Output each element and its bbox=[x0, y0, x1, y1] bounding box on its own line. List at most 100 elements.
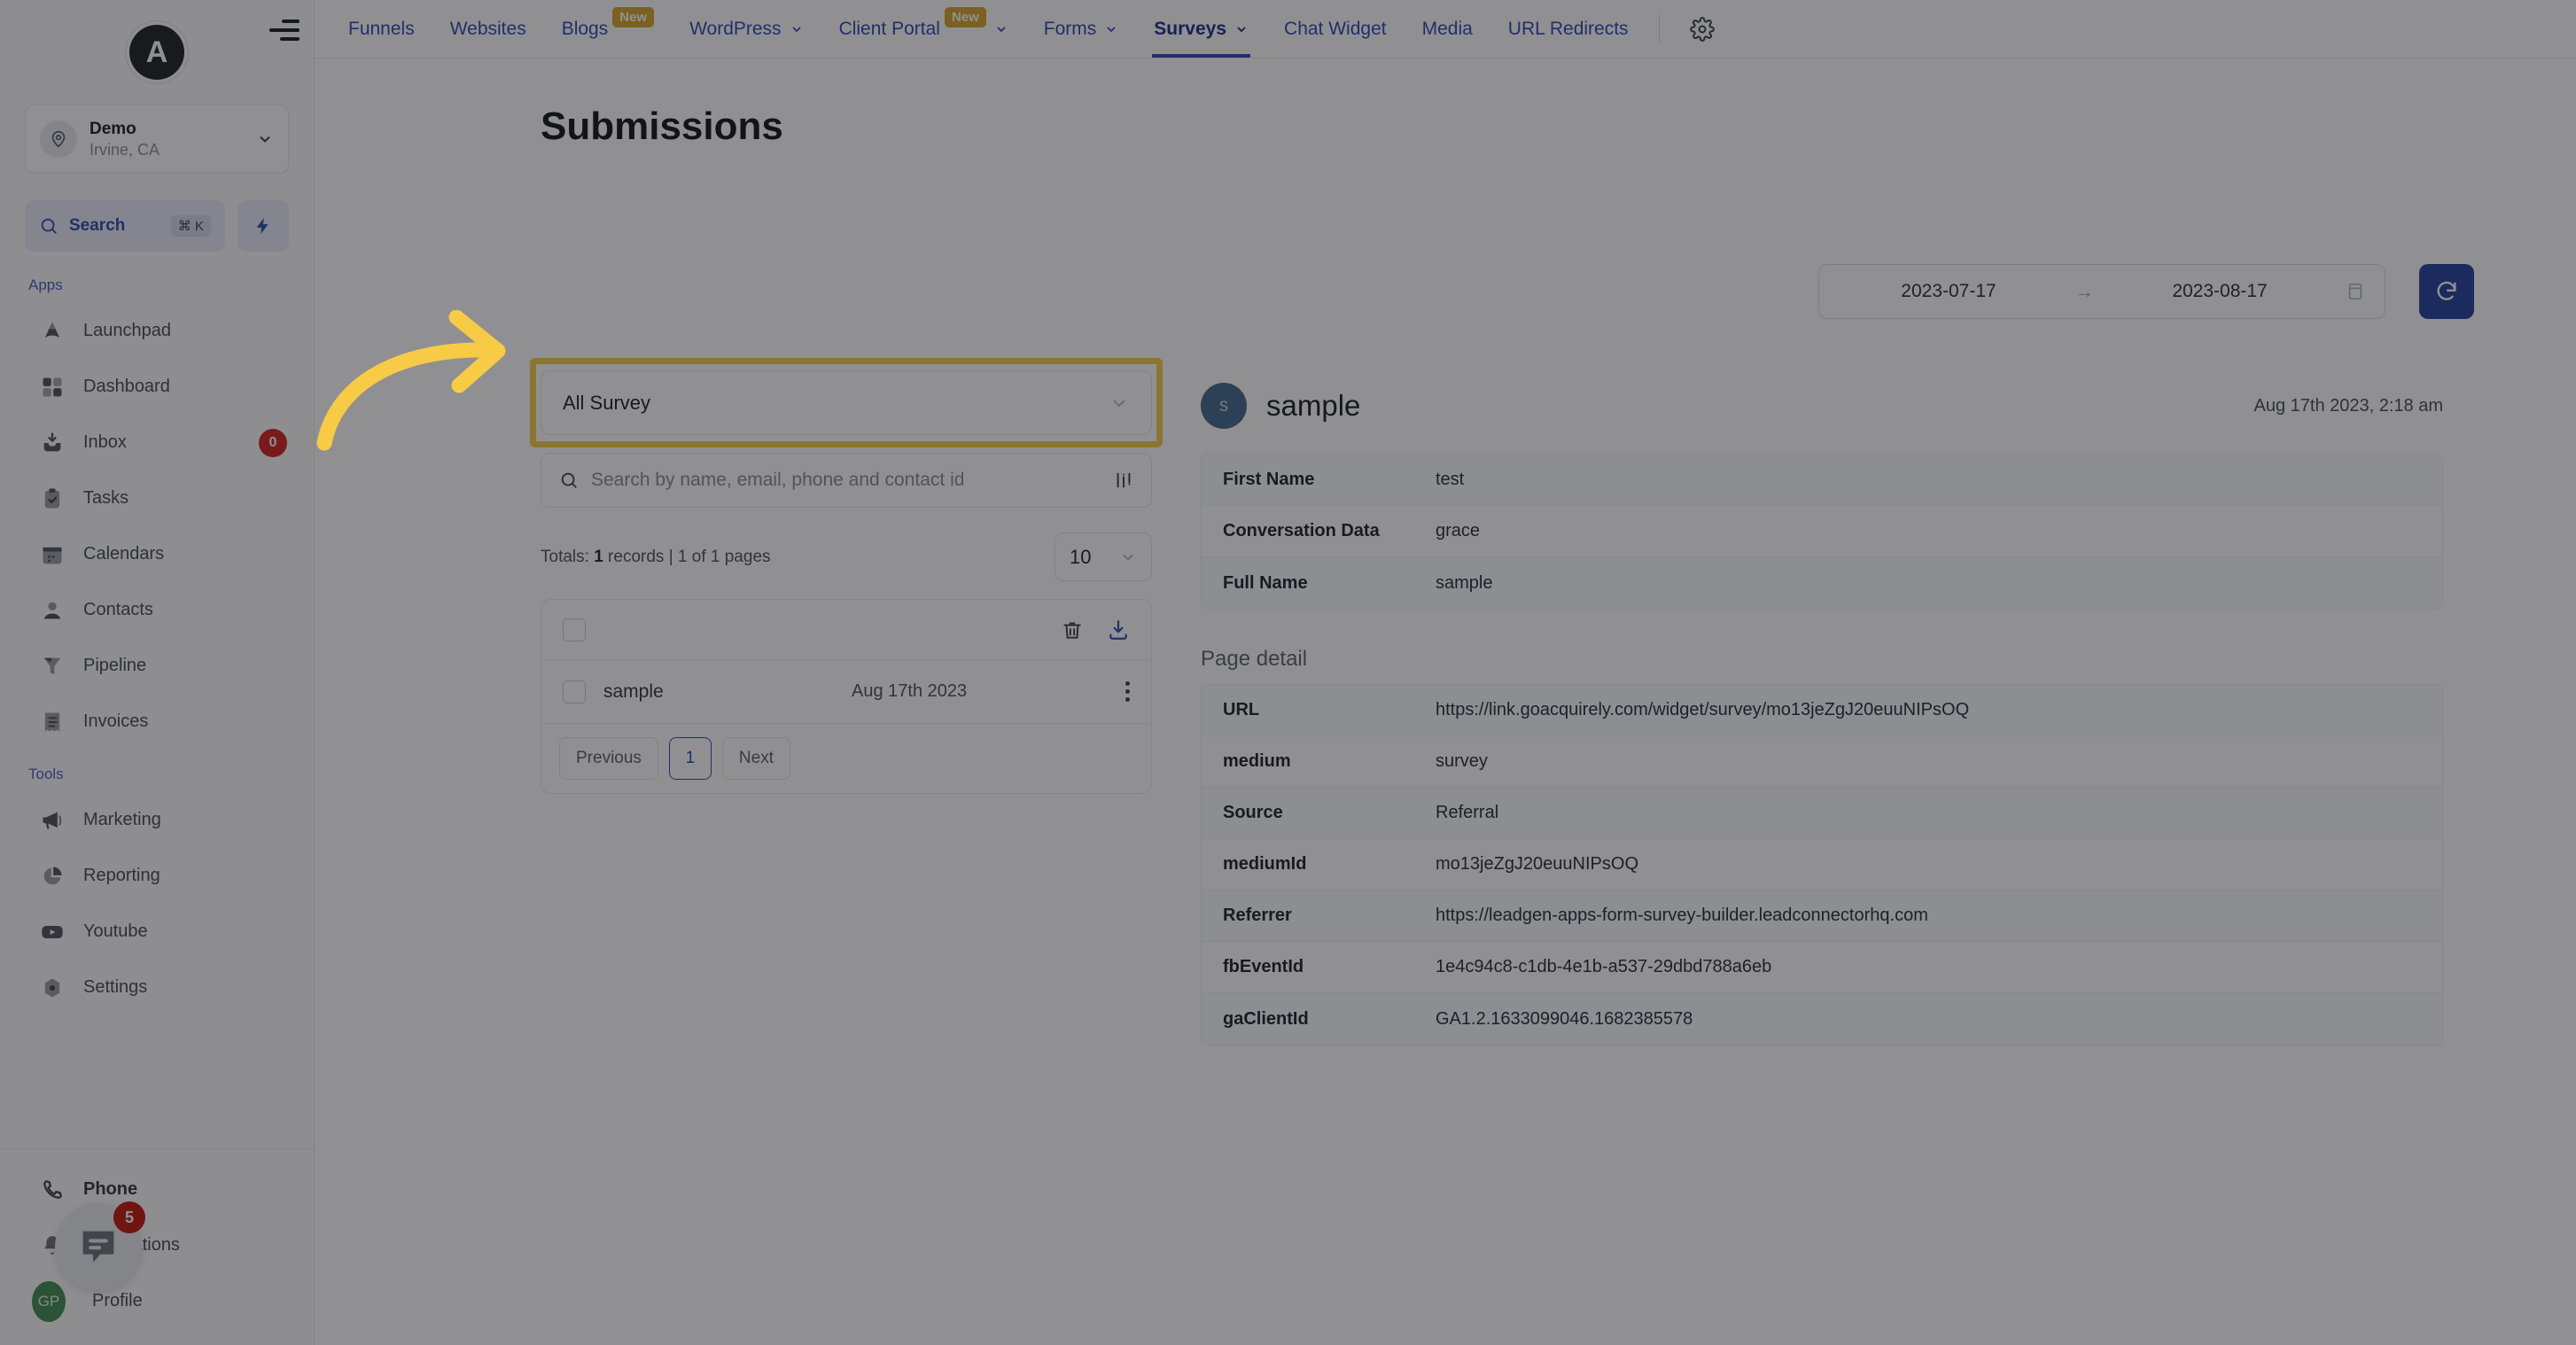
totals-pages: 1 of 1 pages bbox=[677, 547, 771, 566]
calendar-icon bbox=[39, 541, 66, 568]
sidebar-item-reporting[interactable]: Reporting bbox=[0, 848, 314, 904]
phone-icon bbox=[39, 1177, 66, 1203]
table-row[interactable]: sample Aug 17th 2023 bbox=[541, 660, 1151, 724]
sidebar-item-tasks[interactable]: Tasks bbox=[0, 470, 314, 526]
field-value: Referral bbox=[1436, 803, 1499, 822]
tab-media[interactable]: Media bbox=[1405, 0, 1490, 58]
chevron-down-icon bbox=[1234, 22, 1249, 36]
tab-url-redirects[interactable]: URL Redirects bbox=[1490, 0, 1646, 58]
refresh-button[interactable] bbox=[2419, 264, 2474, 319]
app-logo[interactable]: A bbox=[0, 0, 314, 105]
tab-websites[interactable]: Websites bbox=[432, 0, 544, 58]
sidebar-item-youtube[interactable]: Youtube bbox=[0, 904, 314, 960]
detail-title: sample bbox=[1266, 389, 1361, 422]
search-icon bbox=[559, 470, 579, 490]
sidebar-item-label: Inbox bbox=[83, 432, 127, 452]
field-value: https://leadgen-apps-form-survey-builder… bbox=[1436, 906, 1928, 925]
previous-page-button[interactable]: Previous bbox=[559, 737, 658, 780]
sidebar-item-phone[interactable]: Phone bbox=[0, 1162, 314, 1217]
sidebar-item-calendars[interactable]: Calendars bbox=[0, 526, 314, 582]
pagination: Previous 1 Next bbox=[541, 724, 1151, 793]
tab-label: URL Redirects bbox=[1507, 18, 1629, 39]
submission-fields-table: First Name test Conversation Data grace … bbox=[1201, 454, 2443, 610]
sidebar-item-label: Contacts bbox=[83, 600, 153, 619]
gear-icon bbox=[39, 975, 66, 1001]
sidebar: A Demo Irvine, CA Search ⌘ K Apps Launch… bbox=[0, 0, 315, 1345]
tab-blogs[interactable]: Blogs New bbox=[544, 0, 672, 58]
location-switcher[interactable]: Demo Irvine, CA bbox=[25, 105, 289, 174]
field-value: survey bbox=[1436, 751, 1488, 771]
filter-sliders-icon[interactable] bbox=[1114, 470, 1133, 490]
tab-chat-widget[interactable]: Chat Widget bbox=[1266, 0, 1405, 58]
row-more-icon[interactable] bbox=[1125, 681, 1130, 702]
delete-icon[interactable] bbox=[1061, 618, 1084, 641]
table-row: mediumId mo13jeZgJ20euuNIPsOQ bbox=[1202, 839, 2442, 890]
sidebar-item-notifications[interactable]: Notifications bbox=[0, 1217, 314, 1273]
survey-filter-dropdown[interactable]: All Survey bbox=[541, 370, 1152, 435]
table-row: URL https://link.goacquirely.com/widget/… bbox=[1202, 685, 2442, 736]
field-key: Referrer bbox=[1223, 906, 1292, 925]
select-all-checkbox[interactable] bbox=[563, 618, 586, 641]
field-key: First Name bbox=[1223, 470, 1315, 489]
table-row: Referrer https://leadgen-apps-form-surve… bbox=[1202, 890, 2442, 942]
sidebar-item-invoices[interactable]: Invoices bbox=[0, 694, 314, 750]
new-badge: New bbox=[612, 7, 655, 27]
table-row: medium survey bbox=[1202, 736, 2442, 788]
sidebar-item-marketing[interactable]: Marketing bbox=[0, 792, 314, 848]
search-input[interactable]: Search ⌘ K bbox=[25, 200, 225, 252]
row-checkbox[interactable] bbox=[563, 680, 586, 704]
tab-funnels[interactable]: Funnels bbox=[331, 0, 432, 58]
chat-widget-button[interactable]: 5 bbox=[55, 1201, 145, 1290]
submissions-search-input[interactable]: Search by name, email, phone and contact… bbox=[541, 453, 1152, 508]
submission-detail-panel: s sample Aug 17th 2023, 2:18 am First Na… bbox=[1201, 370, 2443, 1046]
tab-forms[interactable]: Forms bbox=[1026, 0, 1137, 58]
field-value: 1e4c94c8-c1db-4e1b-a537-29dbd788a6eb bbox=[1436, 957, 1772, 976]
sidebar-item-settings[interactable]: Settings bbox=[0, 960, 314, 1015]
sidebar-section-tools-label: Tools bbox=[28, 766, 64, 782]
sidebar-item-inbox[interactable]: Inbox 0 bbox=[0, 415, 314, 470]
field-key: Full Name bbox=[1223, 572, 1308, 593]
main-content: Submissions 2023-07-17 → 2023-08-17 All … bbox=[315, 58, 2576, 1345]
inbox-badge: 0 bbox=[259, 428, 287, 457]
table-row: Source Referral bbox=[1202, 788, 2442, 839]
sidebar-item-label: Profile bbox=[92, 1291, 143, 1310]
chevron-down-icon bbox=[1119, 548, 1137, 566]
nav-divider bbox=[1658, 14, 1660, 43]
table-row: First Name test bbox=[1202, 455, 2442, 506]
date-range-end[interactable]: 2023-08-17 bbox=[2172, 281, 2267, 302]
page-size-dropdown[interactable]: 10 bbox=[1055, 533, 1152, 581]
settings-gear-button[interactable] bbox=[1672, 0, 1732, 58]
sidebar-item-pipeline[interactable]: Pipeline bbox=[0, 638, 314, 694]
tab-wordpress[interactable]: WordPress bbox=[672, 0, 821, 58]
chevron-down-icon bbox=[994, 22, 1008, 36]
quick-actions-button[interactable] bbox=[237, 200, 289, 252]
sidebar-collapse-icon[interactable] bbox=[269, 19, 300, 41]
detail-timestamp: Aug 17th 2023, 2:18 am bbox=[2253, 395, 2444, 416]
avatar: s bbox=[1201, 383, 1247, 429]
page-number-button[interactable]: 1 bbox=[668, 737, 712, 780]
totals-text: Totals: 1 records | 1 of 1 pages bbox=[541, 547, 771, 566]
field-value: https://link.goacquirely.com/widget/surv… bbox=[1436, 700, 1970, 719]
page-title: Submissions bbox=[541, 105, 783, 148]
tab-surveys[interactable]: Surveys bbox=[1136, 0, 1266, 58]
table-row: Full Name sample bbox=[1202, 557, 2442, 609]
date-range-picker[interactable]: 2023-07-17 → 2023-08-17 bbox=[1818, 264, 2385, 319]
next-page-button[interactable]: Next bbox=[721, 737, 790, 780]
table-row: Conversation Data grace bbox=[1202, 506, 2442, 557]
sidebar-item-dashboard[interactable]: Dashboard bbox=[0, 359, 314, 415]
submissions-list-panel: All Survey Search by name, email, phone … bbox=[530, 358, 1163, 794]
download-icon[interactable] bbox=[1107, 618, 1130, 641]
sidebar-item-contacts[interactable]: Contacts bbox=[0, 582, 314, 638]
page-detail-table: URL https://link.goacquirely.com/widget/… bbox=[1201, 684, 2443, 1046]
tab-label: WordPress bbox=[689, 18, 782, 39]
youtube-icon bbox=[39, 919, 66, 945]
totals-count: 1 bbox=[594, 547, 603, 566]
tab-client-portal[interactable]: Client Portal New bbox=[821, 0, 1026, 58]
sidebar-item-launchpad[interactable]: Launchpad bbox=[0, 303, 314, 359]
date-range-start[interactable]: 2023-07-17 bbox=[1901, 281, 1996, 302]
pie-chart-icon bbox=[39, 863, 66, 890]
location-name: Demo bbox=[89, 119, 136, 138]
field-key: URL bbox=[1223, 700, 1260, 719]
sidebar-item-profile[interactable]: GP Profile bbox=[0, 1273, 314, 1329]
logo-letter: A bbox=[145, 35, 168, 69]
